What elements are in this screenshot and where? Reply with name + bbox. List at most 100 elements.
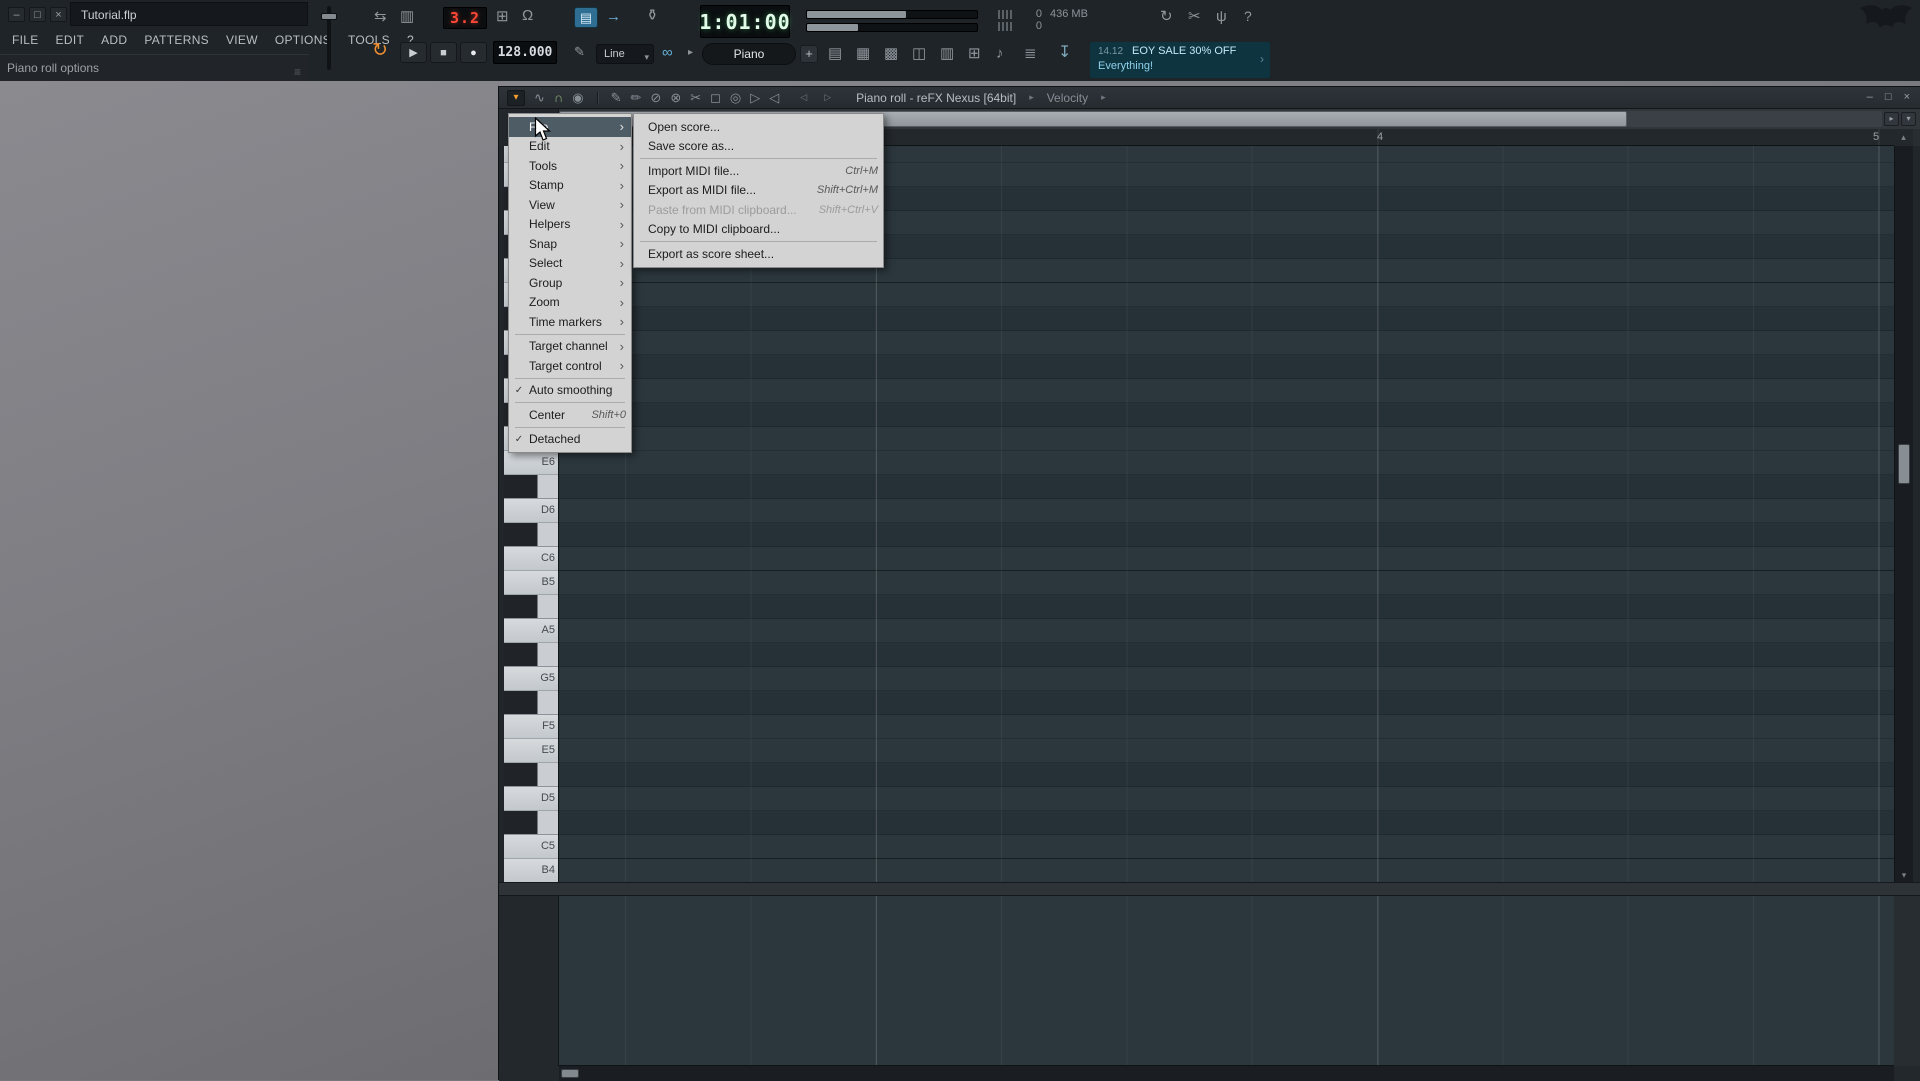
grid-row-f5[interactable] xyxy=(559,715,1894,739)
draw-mode-icon[interactable]: ✎ xyxy=(574,45,585,58)
vertical-scrollbar-handle[interactable] xyxy=(1898,444,1910,484)
grid-row-fs5[interactable] xyxy=(559,691,1894,715)
playlist-panel-icon[interactable]: ▤ xyxy=(828,46,842,61)
mixer-panel-icon[interactable]: ▥ xyxy=(940,46,954,61)
grid-row-e5[interactable] xyxy=(559,739,1894,763)
prev-channel-icon[interactable]: ◁ xyxy=(800,92,807,103)
app-close-button[interactable]: × xyxy=(50,7,67,22)
grid-row-as5[interactable] xyxy=(559,595,1894,619)
piano-key-d5[interactable]: D5 xyxy=(504,787,558,811)
piano-roll-panel-icon[interactable]: ▩ xyxy=(884,46,898,61)
scroll-right-button[interactable]: ▸ xyxy=(1884,112,1899,126)
line-tool-selector[interactable]: Line ▾ xyxy=(596,44,654,64)
pr-maximize-button[interactable]: □ xyxy=(1885,91,1892,103)
grid-row-b4[interactable] xyxy=(559,859,1894,882)
grid-row-as6[interactable] xyxy=(559,307,1894,331)
speaker-icon[interactable]: ◁ xyxy=(769,91,779,104)
grid-row-cs6[interactable] xyxy=(559,523,1894,547)
menubar-item-file[interactable]: FILE xyxy=(12,33,39,47)
piano-key-fs5[interactable] xyxy=(504,691,558,715)
menu-item-target-control[interactable]: Target control› xyxy=(509,356,631,376)
add-channel-button[interactable]: + xyxy=(800,45,818,63)
grid-row-c5[interactable] xyxy=(559,835,1894,859)
horizontal-zoom-track[interactable] xyxy=(1627,111,1882,127)
submenu-item-copy-to-midi-clipboard[interactable]: Copy to MIDI clipboard... xyxy=(634,220,883,240)
piano-roll-titlebar[interactable]: ▾ ∿ ∩ ◉ ✎ ✏ ⊘ ⊗ ✂ ◻ ◎ ▷ ◁ ◁ ▷ Piano roll… xyxy=(499,87,1920,109)
app-restore-button[interactable]: □ xyxy=(29,7,46,22)
menu-item-snap[interactable]: Snap› xyxy=(509,234,631,254)
menu-item-target-channel[interactable]: Target channel› xyxy=(509,337,631,357)
vertical-scrollbar[interactable]: ▾ xyxy=(1894,146,1913,882)
scroll-down-button[interactable]: ▾ xyxy=(1895,868,1913,882)
grid-row-ds5[interactable] xyxy=(559,763,1894,787)
main-volume-slider[interactable] xyxy=(327,6,331,70)
grid-row-d5[interactable] xyxy=(559,787,1894,811)
stamp-tool-icon[interactable]: ◉ xyxy=(572,91,583,104)
menu-item-group[interactable]: Group› xyxy=(509,273,631,293)
plugin-picker-icon[interactable]: ⊞ xyxy=(968,46,981,61)
playback-tool-icon[interactable]: ▷ xyxy=(750,91,760,104)
grid-row-b6[interactable] xyxy=(559,283,1894,307)
touch-panel-icon[interactable]: ≣ xyxy=(1024,46,1037,61)
grid-row-g5[interactable] xyxy=(559,667,1894,691)
menu-item-detached[interactable]: ✓Detached xyxy=(509,430,631,450)
grid-row-fs6[interactable] xyxy=(559,403,1894,427)
piano-key-as5[interactable] xyxy=(504,595,558,619)
menu-item-auto-smoothing[interactable]: ✓Auto smoothing xyxy=(509,381,631,401)
piano-key-cs6[interactable] xyxy=(504,523,558,547)
piano-key-e6[interactable]: E6 xyxy=(504,451,558,475)
position-display[interactable]: 3.2 xyxy=(443,7,487,29)
grid-row-a6[interactable] xyxy=(559,331,1894,355)
scroll-drop-button[interactable]: ▾ xyxy=(1901,112,1916,126)
main-volume-knob[interactable] xyxy=(321,13,337,20)
submenu-item-export-as-score-sheet[interactable]: Export as score sheet... xyxy=(634,244,883,264)
app-minimize-button[interactable]: – xyxy=(8,7,25,22)
sync-icon[interactable]: ↻ xyxy=(1160,9,1173,24)
promo-banner[interactable]: 14.12 EOY SALE 30% OFF Everything! › xyxy=(1090,42,1270,78)
channel-selector[interactable]: Piano xyxy=(702,43,796,65)
master-volume-slider[interactable] xyxy=(806,10,978,19)
slice-tool-icon[interactable]: ✂ xyxy=(690,91,701,104)
piano-key-gs5[interactable] xyxy=(504,643,558,667)
zoom-tool-icon[interactable]: ◎ xyxy=(730,91,741,104)
grid-row-d6[interactable] xyxy=(559,499,1894,523)
piano-key-b5[interactable]: B5 xyxy=(504,571,558,595)
next-channel-icon[interactable]: ▷ xyxy=(824,92,831,103)
piano-key-c5[interactable]: C5 xyxy=(504,835,558,859)
menu-item-view[interactable]: View› xyxy=(509,195,631,215)
menubar-item-edit[interactable]: EDIT xyxy=(56,33,85,47)
pr-close-button[interactable]: × xyxy=(1904,91,1910,103)
magnet-icon[interactable]: ∩ xyxy=(554,91,563,104)
project-tab[interactable]: Tutorial.flp xyxy=(70,2,308,26)
menubar-item-options[interactable]: OPTIONS xyxy=(275,33,331,47)
velocity-pane[interactable] xyxy=(559,896,1894,1066)
menu-item-center[interactable]: CenterShift+0 xyxy=(509,405,631,425)
submenu-item-paste-from-midi-clipboard[interactable]: Paste from MIDI clipboard...Shift+Ctrl+V xyxy=(634,200,883,220)
piano-roll-menu-button[interactable]: ▾ xyxy=(507,90,525,106)
submenu-item-export-as-midi-file[interactable]: Export as MIDI file...Shift+Ctrl+M xyxy=(634,181,883,201)
grid-row-c6[interactable] xyxy=(559,547,1894,571)
channel-prev-icon[interactable]: ▸ xyxy=(688,48,693,58)
scroll-up-button[interactable]: ▴ xyxy=(1894,129,1913,146)
piano-key-cs5[interactable] xyxy=(504,811,558,835)
piano-key-a5[interactable]: A5 xyxy=(504,619,558,643)
menubar-item-patterns[interactable]: PATTERNS xyxy=(144,33,209,47)
step-edit-icon[interactable]: ▥ xyxy=(400,9,414,24)
menu-item-edit[interactable]: Edit› xyxy=(509,137,631,157)
submenu-item-import-midi-file[interactable]: Import MIDI file...Ctrl+M xyxy=(634,161,883,181)
grid-row-g6[interactable] xyxy=(559,379,1894,403)
piano-key-e5[interactable]: E5 xyxy=(504,739,558,763)
mute-tool-icon[interactable]: ⊗ xyxy=(670,91,681,104)
song-pattern-switch-icon[interactable]: ⇆ xyxy=(374,9,387,24)
submenu-item-save-score-as[interactable]: Save score as... xyxy=(634,137,883,157)
velocity-target-label[interactable]: Velocity xyxy=(1047,91,1088,105)
grid-row-gs5[interactable] xyxy=(559,643,1894,667)
grid-row-e6[interactable] xyxy=(559,451,1894,475)
draw-tool-icon[interactable]: ✎ xyxy=(611,91,622,104)
blend-recording-icon[interactable]: ↻ xyxy=(372,41,388,60)
piano-key-g5[interactable]: G5 xyxy=(504,667,558,691)
scissors-icon[interactable]: ✂ xyxy=(1188,9,1201,24)
loop-mode-icon[interactable]: Ω xyxy=(522,8,533,23)
submenu-item-open-score[interactable]: Open score... xyxy=(634,117,883,137)
stop-button[interactable]: ■ xyxy=(430,42,457,63)
